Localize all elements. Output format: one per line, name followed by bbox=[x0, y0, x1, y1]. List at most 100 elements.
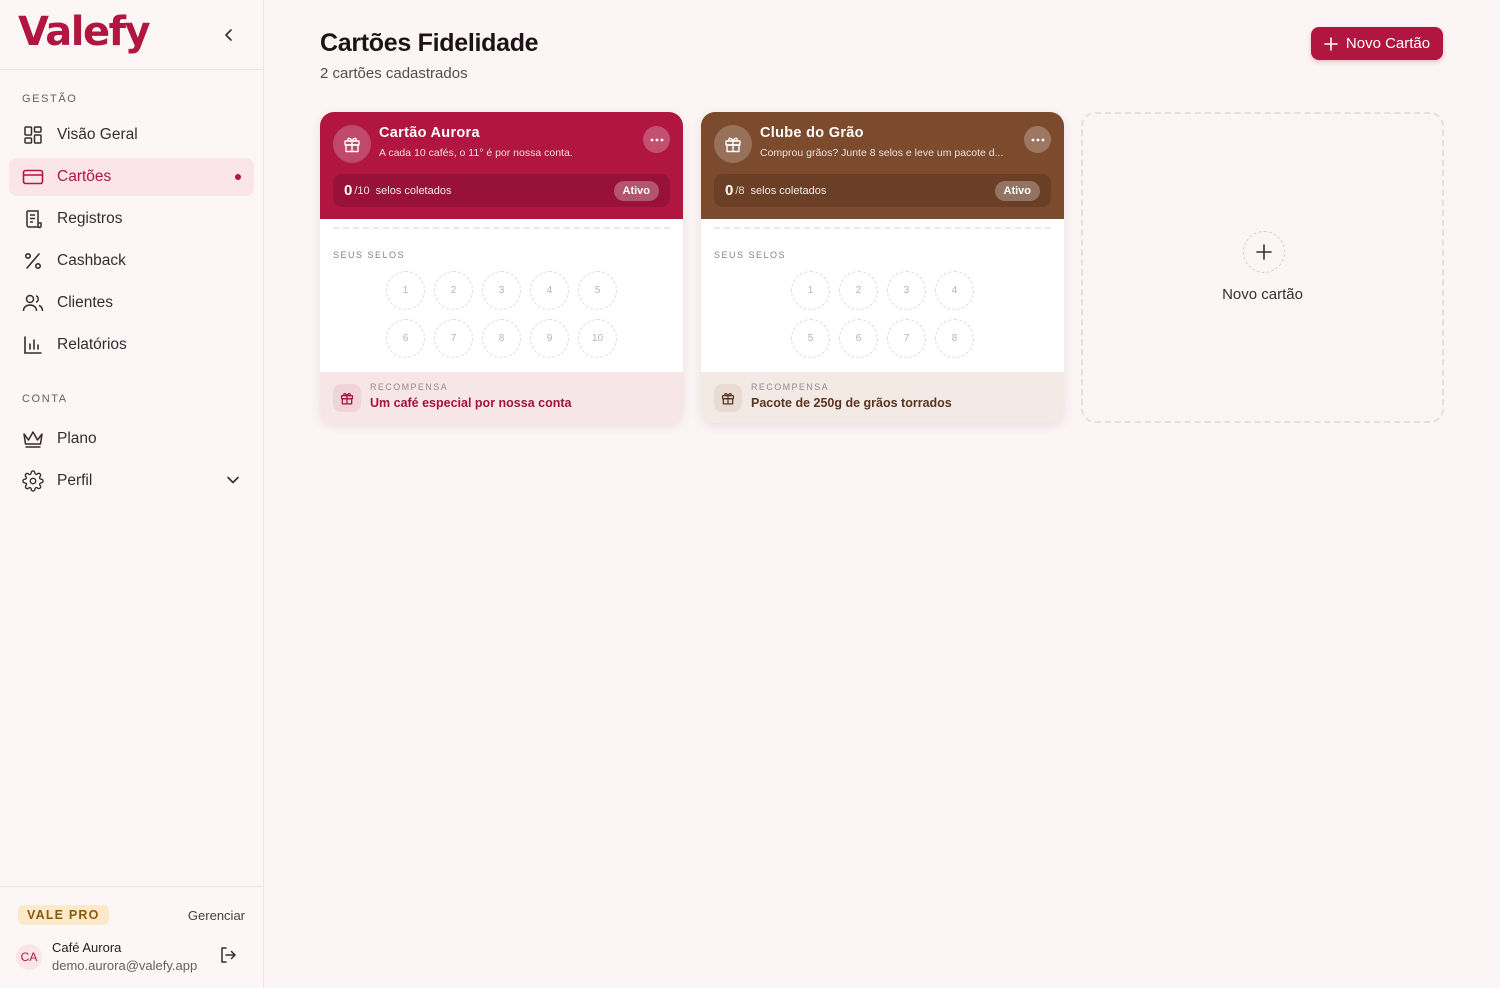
stamp-slot: 7 bbox=[434, 319, 473, 358]
stamps-collected-label: selos coletados bbox=[375, 184, 452, 197]
chevron-down-icon bbox=[226, 473, 240, 492]
loyalty-card-aurora[interactable]: Cartão Aurora A cada 10 cafés, o 11° é p… bbox=[320, 112, 683, 423]
stamp-slot: 1 bbox=[386, 271, 425, 310]
gear-icon bbox=[22, 470, 44, 492]
card-title: Clube do Grão bbox=[760, 125, 864, 141]
sidebar-item-plano[interactable]: Plano bbox=[9, 420, 254, 458]
reward-section: RECOMPENSA Um café especial por nossa co… bbox=[320, 372, 683, 423]
sidebar-item-label: Visão Geral bbox=[57, 126, 138, 143]
add-card-label: Novo cartão bbox=[1222, 286, 1303, 303]
stamps-label: SEUS SELOS bbox=[333, 250, 406, 260]
stamp-grid: 1 2 3 4 5 6 7 8 bbox=[701, 271, 1064, 358]
sidebar-item-label: Registros bbox=[57, 210, 123, 227]
stamp-slot: 5 bbox=[791, 319, 830, 358]
more-horizontal-icon bbox=[650, 138, 663, 141]
new-card-button-label: Novo Cartão bbox=[1345, 35, 1431, 52]
avatar: CA bbox=[16, 944, 42, 970]
more-horizontal-icon bbox=[1031, 138, 1044, 141]
card-body: SEUS SELOS 1 2 3 4 5 6 7 8 bbox=[701, 219, 1064, 372]
gift-icon bbox=[333, 384, 361, 412]
section-label-conta: CONTA bbox=[22, 393, 68, 405]
sidebar-item-clientes[interactable]: Clientes bbox=[9, 284, 254, 322]
sidebar-item-relatorios[interactable]: Relatórios bbox=[9, 326, 254, 364]
sidebar-item-label: Clientes bbox=[57, 294, 113, 311]
sidebar-item-registros[interactable]: Registros bbox=[9, 200, 254, 238]
card-menu-button[interactable] bbox=[643, 126, 670, 153]
reward-label: RECOMPENSA bbox=[370, 382, 449, 392]
plan-badge: VALE PRO bbox=[18, 905, 109, 925]
sidebar-footer: VALE PRO Gerenciar CA Café Aurora demo.a… bbox=[0, 886, 263, 988]
stamp-slot: 2 bbox=[839, 271, 878, 310]
reward-section: RECOMPENSA Pacote de 250g de grãos torra… bbox=[701, 372, 1064, 423]
stamps-collected: 0 bbox=[344, 182, 353, 199]
collapse-sidebar-button[interactable] bbox=[217, 23, 241, 47]
logout-button[interactable] bbox=[219, 946, 237, 969]
grid-icon bbox=[22, 124, 44, 146]
stamp-grid: 1 2 3 4 5 6 7 8 9 10 bbox=[320, 271, 683, 358]
stamp-slot: 1 bbox=[791, 271, 830, 310]
status-badge: Ativo bbox=[613, 180, 659, 201]
chevron-left-icon bbox=[225, 28, 232, 41]
active-indicator bbox=[235, 174, 241, 180]
card-menu-button[interactable] bbox=[1024, 126, 1051, 153]
sidebar-item-label: Relatórios bbox=[57, 336, 127, 353]
percent-icon bbox=[22, 250, 44, 272]
stamps-total: /8 bbox=[735, 184, 745, 197]
receipt-icon bbox=[22, 208, 44, 230]
divider bbox=[333, 227, 670, 229]
bar-chart-icon bbox=[22, 334, 44, 356]
card-header: Clube do Grão Comprou grãos? Junte 8 sel… bbox=[701, 112, 1064, 219]
loyalty-card-clube-do-grao[interactable]: Clube do Grão Comprou grãos? Junte 8 sel… bbox=[701, 112, 1064, 423]
sidebar-item-label: Cartões bbox=[57, 168, 112, 185]
section-label-gestao: GESTÃO bbox=[22, 93, 78, 105]
stamp-slot: 4 bbox=[935, 271, 974, 310]
gift-icon bbox=[714, 384, 742, 412]
stamp-slot: 10 bbox=[578, 319, 617, 358]
card-header: Cartão Aurora A cada 10 cafés, o 11° é p… bbox=[320, 112, 683, 219]
stamp-slot: 3 bbox=[482, 271, 521, 310]
brand-row: Valefy bbox=[0, 0, 263, 70]
stamp-progress: 0 /8 selos coletados Ativo bbox=[714, 174, 1051, 207]
divider bbox=[714, 227, 1051, 229]
stamp-progress: 0 /10 selos coletados Ativo bbox=[333, 174, 670, 207]
stamps-collected-label: selos coletados bbox=[750, 184, 827, 197]
stamp-slot: 5 bbox=[578, 271, 617, 310]
plus-icon bbox=[1324, 36, 1338, 51]
logo: Valefy bbox=[18, 8, 151, 55]
card-description: Comprou grãos? Junte 8 selos e leve um p… bbox=[760, 147, 1004, 159]
reward-text: Pacote de 250g de grãos torrados bbox=[751, 396, 952, 410]
new-card-button[interactable]: Novo Cartão bbox=[1311, 27, 1443, 60]
sidebar-item-cashback[interactable]: Cashback bbox=[9, 242, 254, 280]
crown-icon bbox=[22, 428, 44, 450]
stamp-slot: 7 bbox=[887, 319, 926, 358]
card-description: A cada 10 cafés, o 11° é por nossa conta… bbox=[379, 147, 573, 159]
stamp-slot: 2 bbox=[434, 271, 473, 310]
stamp-slot: 3 bbox=[887, 271, 926, 310]
stamp-slot: 6 bbox=[386, 319, 425, 358]
sidebar-item-label: Cashback bbox=[57, 252, 126, 269]
stamp-slot: 9 bbox=[530, 319, 569, 358]
stamps-collected: 0 bbox=[725, 182, 734, 199]
card-title: Cartão Aurora bbox=[379, 125, 480, 141]
sidebar-item-label: Plano bbox=[57, 430, 97, 447]
plus-icon bbox=[1243, 231, 1285, 273]
stamp-slot: 8 bbox=[482, 319, 521, 358]
reward-label: RECOMPENSA bbox=[751, 382, 830, 392]
stamp-slot: 8 bbox=[935, 319, 974, 358]
card-body: SEUS SELOS 1 2 3 4 5 6 7 8 9 10 bbox=[320, 219, 683, 372]
gift-icon bbox=[714, 125, 752, 163]
logout-icon bbox=[221, 946, 236, 963]
sidebar-item-perfil[interactable]: Perfil bbox=[9, 462, 254, 500]
sidebar-item-cartoes[interactable]: Cartões bbox=[9, 158, 254, 196]
page-title: Cartões Fidelidade bbox=[320, 29, 539, 57]
stamp-slot: 4 bbox=[530, 271, 569, 310]
stamp-slot: 6 bbox=[839, 319, 878, 358]
sidebar-item-visao-geral[interactable]: Visão Geral bbox=[9, 116, 254, 154]
credit-card-icon bbox=[22, 166, 44, 188]
user-name: Café Aurora bbox=[52, 940, 122, 955]
manage-plan-link[interactable]: Gerenciar bbox=[188, 908, 245, 923]
add-card-placeholder[interactable]: Novo cartão bbox=[1081, 112, 1444, 423]
users-icon bbox=[22, 292, 44, 314]
reward-text: Um café especial por nossa conta bbox=[370, 396, 572, 410]
user-email: demo.aurora@valefy.app bbox=[52, 958, 198, 973]
